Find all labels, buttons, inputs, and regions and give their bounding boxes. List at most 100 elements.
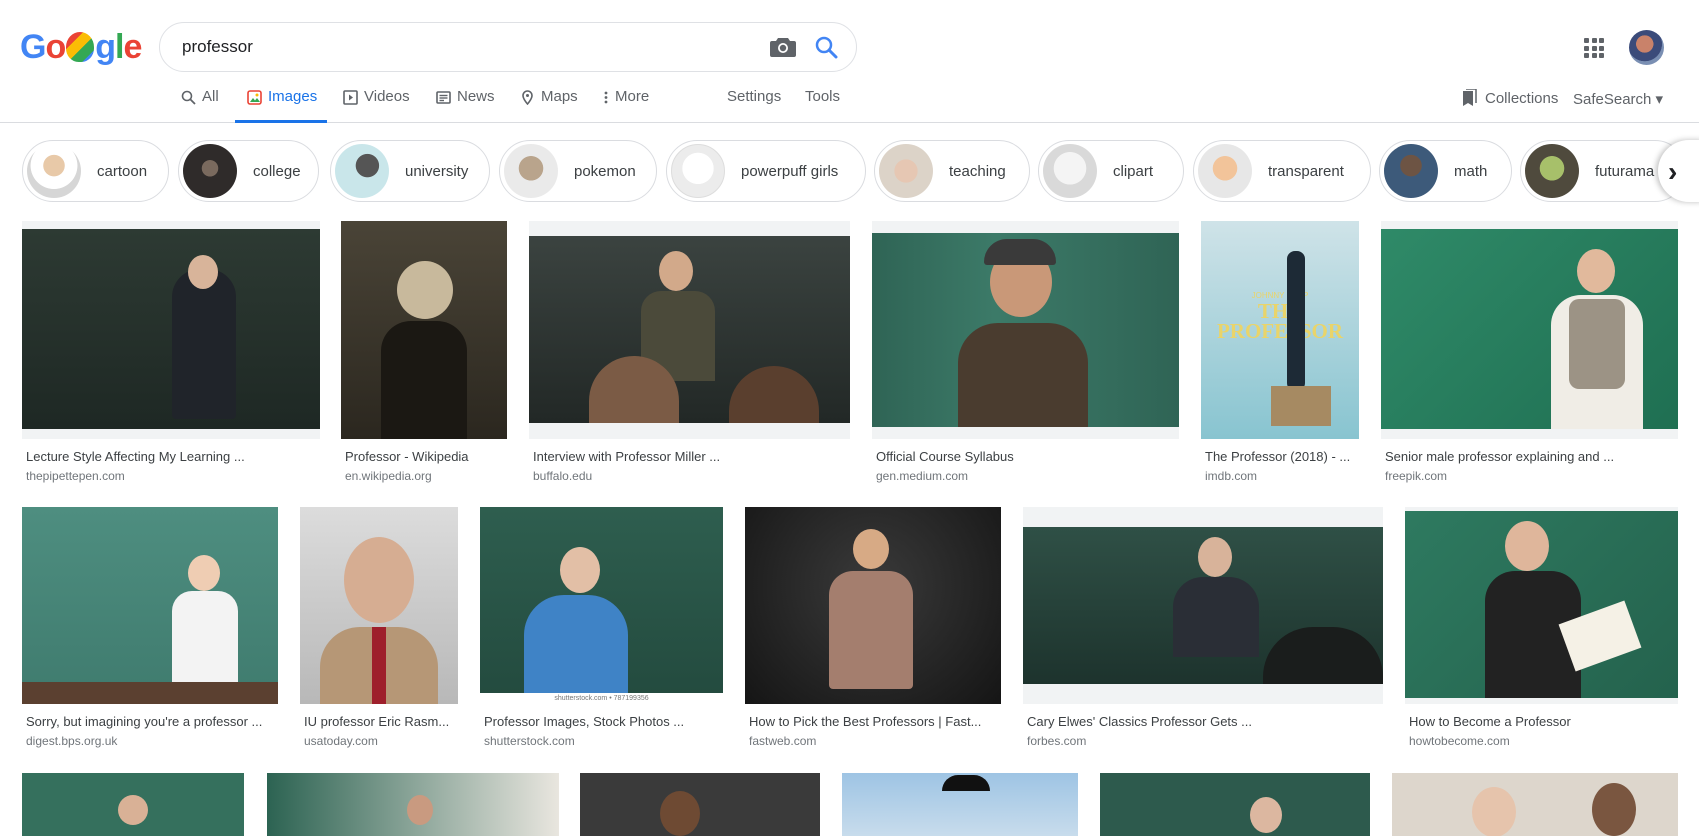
result-image-frame [22,221,320,439]
chip-math[interactable]: math [1379,140,1512,202]
result-image [300,507,458,704]
chip-thumbnail [183,144,237,198]
result-source[interactable]: imdb.com [1205,469,1257,483]
result-title[interactable]: How to Pick the Best Professors | Fast..… [749,714,1001,729]
image-result[interactable] [842,773,1078,836]
chip-clipart[interactable]: clipart [1038,140,1184,202]
result-source[interactable]: digest.bps.org.uk [26,734,117,748]
chip-label: math [1454,162,1488,180]
google-logo[interactable]: Go gle [20,28,142,67]
chip-label: cartoon [97,162,148,180]
result-source[interactable]: thepipettepen.com [26,469,125,483]
chip-thumbnail [1198,144,1252,198]
chip-label: university [405,162,469,180]
image-result[interactable] [22,773,244,836]
image-result[interactable]: Cary Elwes' Classics Professor Gets ... … [1023,507,1383,752]
result-image: shutterstock.com • 787199356 [480,507,723,704]
image-result[interactable] [1100,773,1370,836]
tab-news[interactable]: News [436,88,495,123]
result-image-frame [1405,507,1678,704]
header: Gogle All Images Videos News Maps [0,0,1699,123]
image-result[interactable] [1392,773,1678,836]
tab-label: More [615,88,650,105]
result-title[interactable]: Lecture Style Affecting My Learning ... [26,449,316,464]
image-result[interactable] [267,773,559,836]
search-icon[interactable] [814,35,838,59]
chip-thumbnail [335,144,389,198]
chip-teaching[interactable]: teaching [874,140,1030,202]
chip-college[interactable]: college [178,140,319,202]
chip-label: teaching [949,162,1006,180]
image-result[interactable]: JOHNNY DEPP THE PROFESSOR The Professor … [1201,221,1359,486]
result-image-frame [529,221,850,439]
tab-tools[interactable]: Tools [805,88,840,123]
result-image [1023,527,1383,684]
doodle-balloon-icon [66,32,95,62]
chip-label: transparent [1268,162,1344,180]
image-result[interactable]: shutterstock.com • 787199356 Professor I… [480,507,723,752]
tab-images[interactable]: Images [235,88,328,123]
result-source[interactable]: gen.medium.com [876,469,968,483]
image-result[interactable]: IU professor Eric Rasm... usatoday.com [300,507,458,752]
chip-pokemon[interactable]: pokemon [499,140,657,202]
tab-maps[interactable]: Maps [520,88,578,123]
related-search-chips: cartoon college university pokemon power… [22,140,1699,204]
image-result[interactable]: How to Pick the Best Professors | Fast..… [745,507,1001,752]
chip-thumbnail [1525,144,1579,198]
result-source[interactable]: en.wikipedia.org [345,469,432,483]
search-input[interactable] [182,37,702,57]
result-source[interactable]: buffalo.edu [533,469,592,483]
tab-all[interactable]: All [181,88,219,123]
news-icon [436,91,451,104]
chip-university[interactable]: university [330,140,490,202]
chip-cartoon[interactable]: cartoon [22,140,169,202]
logo-letter: o [45,28,66,66]
result-image [529,236,850,423]
result-title[interactable]: Senior male professor explaining and ... [1385,449,1678,464]
image-result[interactable]: Sorry, but imagining you're a professor … [22,507,278,752]
result-source[interactable]: fastweb.com [749,734,816,748]
result-source[interactable]: forbes.com [1027,734,1086,748]
result-title[interactable]: Professor - Wikipedia [345,449,507,464]
chip-powerpuff-girls[interactable]: powerpuff girls [666,140,866,202]
chip-label: pokemon [574,162,636,180]
image-result[interactable]: Senior male professor explaining and ...… [1381,221,1678,486]
result-title[interactable]: The Professor (2018) - ... [1205,449,1355,464]
result-image-frame [1023,507,1383,704]
image-result[interactable]: Professor - Wikipedia en.wikipedia.org [341,221,507,486]
result-title[interactable]: Official Course Syllabus [876,449,1179,464]
result-image: JOHNNY DEPP THE PROFESSOR [1201,221,1359,439]
video-icon [343,90,358,105]
tab-videos[interactable]: Videos [343,88,410,123]
avatar[interactable] [1629,30,1664,65]
image-result[interactable]: Official Course Syllabus gen.medium.com [872,221,1179,486]
result-title[interactable]: Sorry, but imagining you're a professor … [26,714,278,729]
chip-thumbnail [504,144,558,198]
tab-settings[interactable]: Settings [727,88,781,123]
result-title[interactable]: Cary Elwes' Classics Professor Gets ... [1027,714,1383,729]
result-image-frame [872,221,1179,439]
result-source[interactable]: freepik.com [1385,469,1447,483]
image-result[interactable] [580,773,820,836]
result-title[interactable]: IU professor Eric Rasm... [304,714,458,729]
result-image [341,221,507,439]
more-vert-icon [604,91,608,104]
camera-icon[interactable] [770,36,796,58]
safesearch-dropdown[interactable]: SafeSearch ▾ [1573,90,1663,108]
tab-more[interactable]: More [603,88,649,123]
tab-label: Images [268,88,318,105]
result-title[interactable]: How to Become a Professor [1409,714,1678,729]
result-source[interactable]: howtobecome.com [1409,734,1510,748]
result-title[interactable]: Professor Images, Stock Photos ... [484,714,723,729]
search-box[interactable] [159,22,857,72]
collections-button[interactable]: Collections [1461,89,1558,107]
chip-transparent[interactable]: transparent [1193,140,1371,202]
tab-label: Videos [364,88,410,105]
image-result[interactable]: Interview with Professor Miller ... buff… [529,221,850,486]
result-source[interactable]: usatoday.com [304,734,378,748]
apps-grid-icon[interactable] [1584,38,1604,58]
result-title[interactable]: Interview with Professor Miller ... [533,449,850,464]
result-source[interactable]: shutterstock.com [484,734,575,748]
image-result[interactable]: Lecture Style Affecting My Learning ... … [22,221,320,486]
image-result[interactable]: How to Become a Professor howtobecome.co… [1405,507,1678,752]
